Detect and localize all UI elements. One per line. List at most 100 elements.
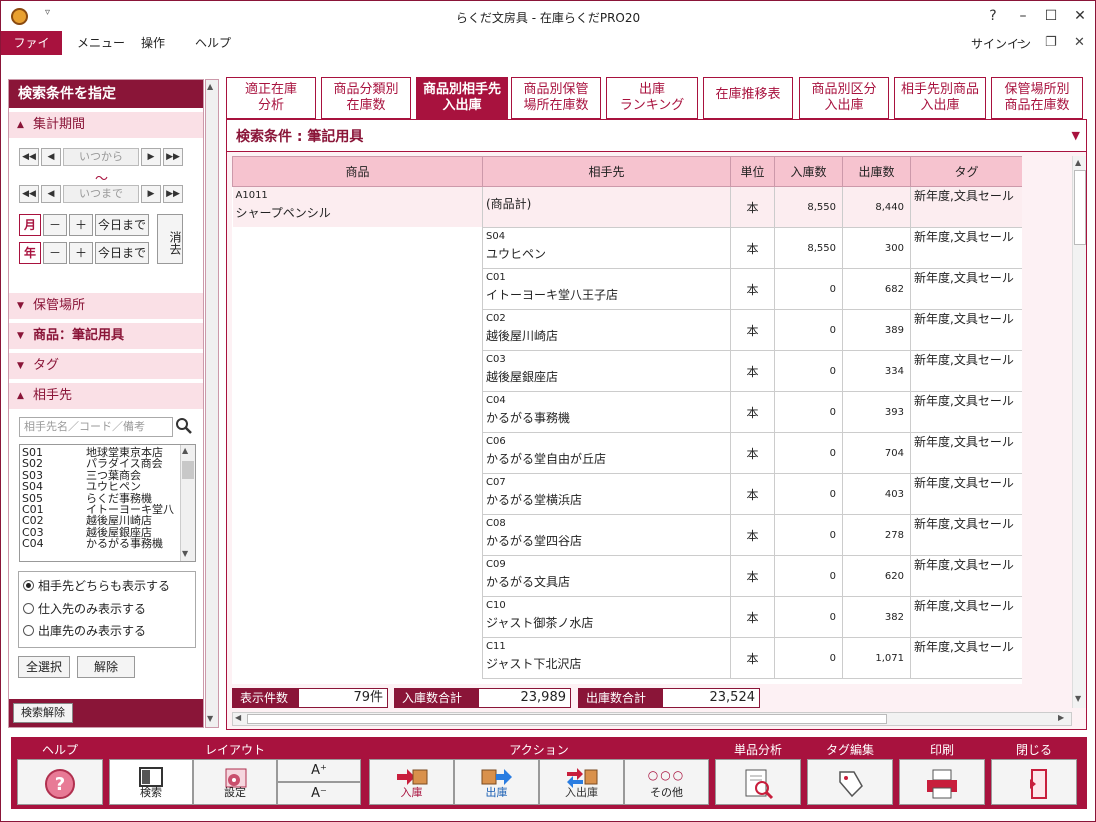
- stock-in-button[interactable]: 入庫: [369, 759, 454, 805]
- from-next-button[interactable]: ▶: [141, 148, 161, 166]
- out-cell[interactable]: 704: [842, 432, 911, 474]
- tab-2[interactable]: 商品別相手先 入出庫: [416, 77, 508, 119]
- stock-inout-button[interactable]: 入出庫: [539, 759, 624, 805]
- partner-cell[interactable]: C04 かるがる事務機: [482, 391, 731, 433]
- col-unit[interactable]: 単位: [730, 156, 775, 187]
- out-cell[interactable]: 389: [842, 309, 911, 351]
- month-button[interactable]: 月: [19, 214, 41, 236]
- radio-both[interactable]: 相手先どちらも表示する: [23, 577, 170, 594]
- partner-cell[interactable]: C08 かるがる堂四谷店: [482, 514, 731, 556]
- out-cell[interactable]: 382: [842, 596, 911, 638]
- out-cell[interactable]: 278: [842, 514, 911, 556]
- partner-cell[interactable]: C06 かるがる堂自由が丘店: [482, 432, 731, 474]
- to-date-field[interactable]: いつまで: [63, 185, 139, 203]
- font-larger-button[interactable]: A⁺: [277, 759, 361, 782]
- to-first-button[interactable]: ◀◀: [19, 185, 39, 203]
- listbox-scrollbar[interactable]: ▲ ▼: [180, 445, 195, 561]
- partner-cell[interactable]: C07 かるがる堂横浜店: [482, 473, 731, 515]
- out-cell[interactable]: 300: [842, 227, 911, 269]
- condition-dropdown-icon[interactable]: ▼: [1072, 129, 1080, 142]
- in-cell[interactable]: 0: [774, 268, 843, 310]
- unit-cell[interactable]: 本: [730, 350, 775, 392]
- close-icon[interactable]: ✕: [1068, 5, 1092, 27]
- scroll-down-icon[interactable]: ▼: [182, 549, 188, 558]
- unit-cell[interactable]: 本: [730, 391, 775, 433]
- section-period[interactable]: ▲ 集計期間: [9, 112, 203, 138]
- scroll-down-icon[interactable]: ▼: [1075, 694, 1081, 703]
- single-analysis-button[interactable]: [715, 759, 801, 805]
- unit-cell[interactable]: 本: [730, 473, 775, 515]
- col-out[interactable]: 出庫数: [842, 156, 911, 187]
- vertical-scroll-thumb[interactable]: [1074, 170, 1086, 245]
- partner-cell[interactable]: S04 ユウヒペン: [482, 227, 731, 269]
- product-cell[interactable]: A1011 シャープペンシル: [232, 186, 483, 679]
- section-location[interactable]: ▼ 保管場所: [9, 293, 203, 319]
- help-icon[interactable]: ?: [981, 5, 1005, 27]
- search-icon[interactable]: [175, 417, 193, 435]
- partner-cell[interactable]: C09 かるがる文具店: [482, 555, 731, 597]
- month-minus-button[interactable]: －: [43, 214, 67, 236]
- tag-cell[interactable]: 新年度,文具セール: [910, 391, 1022, 433]
- tag-cell[interactable]: 新年度,文具セール: [910, 596, 1022, 638]
- tab-7[interactable]: 相手先別商品 入出庫: [894, 77, 986, 119]
- radio-out-only[interactable]: 出庫先のみ表示する: [23, 622, 146, 639]
- settings-button[interactable]: 設定: [193, 759, 277, 805]
- deselect-button[interactable]: 解除: [77, 656, 135, 678]
- menu-help[interactable]: ヘルプ: [185, 31, 241, 55]
- out-cell[interactable]: 620: [842, 555, 911, 597]
- col-tag[interactable]: タグ: [910, 156, 1022, 187]
- tag-cell[interactable]: 新年度,文具セール: [910, 432, 1022, 474]
- from-last-button[interactable]: ▶▶: [163, 148, 183, 166]
- menu-operation[interactable]: 操作: [131, 31, 175, 55]
- partner-list-item[interactable]: S04 ユウヒペン: [20, 481, 178, 492]
- tab-5[interactable]: 在庫推移表: [703, 77, 793, 119]
- in-cell[interactable]: 0: [774, 391, 843, 433]
- from-date-field[interactable]: いつから: [63, 148, 139, 166]
- unit-cell[interactable]: 本: [730, 309, 775, 351]
- tag-cell[interactable]: 新年度,文具セール: [910, 268, 1022, 310]
- partner-cell[interactable]: C10 ジャスト御茶ノ水店: [482, 596, 731, 638]
- sub-close-icon[interactable]: ✕: [1074, 35, 1085, 50]
- partner-cell[interactable]: C01 イトーヨーキ堂八王子店: [482, 268, 731, 310]
- to-last-button[interactable]: ▶▶: [163, 185, 183, 203]
- out-cell[interactable]: 8,440: [842, 186, 911, 228]
- partner-cell[interactable]: C03 越後屋銀座店: [482, 350, 731, 392]
- in-cell[interactable]: 0: [774, 637, 843, 679]
- in-cell[interactable]: 0: [774, 473, 843, 515]
- sub-restore-icon[interactable]: ❐: [1045, 35, 1057, 50]
- tab-0[interactable]: 適正在庫 分析: [226, 77, 316, 119]
- scroll-down-icon[interactable]: ▼: [207, 714, 213, 723]
- partner-listbox[interactable]: S01 地球堂東京本店 S02 パラダイス商会 S03 三つ葉商会 S04 ユウヒペン S05 ら…: [19, 444, 196, 562]
- horizontal-scroll-thumb[interactable]: [247, 714, 887, 724]
- unit-cell[interactable]: 本: [730, 637, 775, 679]
- month-today-button[interactable]: 今日まで: [95, 214, 149, 236]
- tag-cell[interactable]: 新年度,文具セール: [910, 186, 1022, 228]
- menu-file[interactable]: ファイル: [1, 31, 62, 74]
- sub-minimize-icon[interactable]: –: [1017, 35, 1024, 50]
- year-plus-button[interactable]: ＋: [69, 242, 93, 264]
- partner-list-item[interactable]: C04 かるがる事務機: [20, 538, 178, 549]
- in-cell[interactable]: 0: [774, 309, 843, 351]
- tab-4[interactable]: 出庫 ランキング: [606, 77, 698, 119]
- tab-3[interactable]: 商品別保管 場所在庫数: [511, 77, 601, 119]
- section-partner[interactable]: ▲ 相手先: [9, 383, 203, 409]
- in-cell[interactable]: 8,550: [774, 227, 843, 269]
- other-actions-button[interactable]: ○○○ その他: [624, 759, 709, 805]
- tag-cell[interactable]: 新年度,文具セール: [910, 309, 1022, 351]
- minimize-icon[interactable]: –: [1011, 5, 1035, 27]
- out-cell[interactable]: 403: [842, 473, 911, 515]
- year-button[interactable]: 年: [19, 242, 41, 264]
- clear-search-button[interactable]: 検索解除: [13, 703, 73, 723]
- col-partner[interactable]: 相手先: [482, 156, 731, 187]
- tab-1[interactable]: 商品分類別 在庫数: [321, 77, 411, 119]
- in-cell[interactable]: 0: [774, 596, 843, 638]
- year-today-button[interactable]: 今日まで: [95, 242, 149, 264]
- scroll-up-icon[interactable]: ▲: [182, 446, 188, 455]
- stock-out-button[interactable]: 出庫: [454, 759, 539, 805]
- month-plus-button[interactable]: ＋: [69, 214, 93, 236]
- from-prev-button[interactable]: ◀: [41, 148, 61, 166]
- section-product[interactable]: ▼ 商品：筆記用具: [9, 323, 203, 349]
- maximize-icon[interactable]: ☐: [1039, 5, 1063, 27]
- in-cell[interactable]: 8,550: [774, 186, 843, 228]
- table-row[interactable]: A1011 シャープペンシル (商品計) 本 8,550 8,440 新年度,文具セール: [232, 186, 1022, 679]
